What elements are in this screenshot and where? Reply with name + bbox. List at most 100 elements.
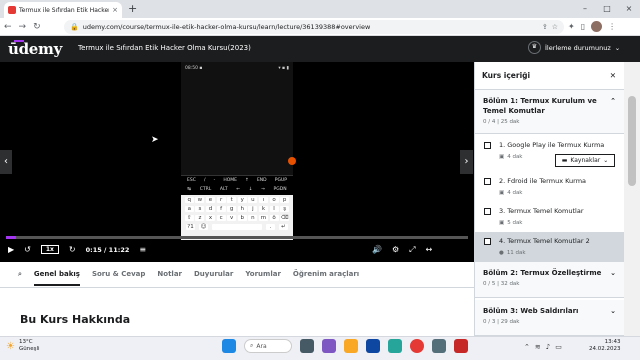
sidebar-icon[interactable]: ▯: [581, 18, 585, 36]
lesson-item[interactable]: 3. Termux Temel Komutlar ▣ 5 dak: [475, 202, 624, 232]
chevron-up-icon[interactable]: ⌃: [524, 339, 530, 355]
weather-widget[interactable]: ☀ 13°C Güneşli: [6, 339, 40, 353]
scrollbar-thumb[interactable]: [628, 96, 636, 186]
tab-2[interactable]: Notlar: [157, 270, 182, 286]
tab-close-icon[interactable]: ×: [112, 6, 118, 14]
tab-5[interactable]: Öğrenim araçları: [293, 270, 359, 286]
phone-status-bar: 08:50 ▪ ▾ ▪ ▮: [185, 66, 289, 71]
file-explorer-icon[interactable]: [344, 339, 358, 353]
omnibox[interactable]: 🔒 udemy.com/course/termux-ile-etik-hacke…: [64, 20, 564, 34]
sidebar-title: Kurs içeriği: [482, 71, 531, 80]
playback-speed-button[interactable]: 1x: [40, 245, 59, 254]
course-title[interactable]: Termux ile Sıfırdan Etik Hacker Olma Kur…: [78, 44, 251, 52]
minimize-button[interactable]: –: [574, 0, 596, 18]
key-emoji: ☺: [199, 223, 208, 230]
task-view-icon[interactable]: [300, 339, 314, 353]
section-2[interactable]: Bölüm 2: Termux Özelleştirme ⌄ 0 / 5 | 32…: [475, 262, 624, 298]
edge-icon[interactable]: [388, 339, 402, 353]
play-circle-icon: ●: [499, 250, 504, 256]
maximize-button[interactable]: □: [596, 0, 618, 18]
keyboard-key: ş: [280, 205, 290, 212]
share-icon[interactable]: ⇪: [542, 23, 548, 31]
keyboard-row: ⇧ z x c v b n m ö ⌫: [181, 213, 293, 222]
menu-icon[interactable]: ⋮: [608, 18, 616, 36]
extra-keys-row-2: ↹ CTRL ALT ← ↓ → PGDN: [181, 185, 293, 194]
video-progress-bar[interactable]: [6, 236, 468, 239]
volume-icon[interactable]: ♪: [546, 339, 550, 355]
progress-dropdown[interactable]: ♛ İlerleme durumunuz ⌄: [528, 41, 620, 54]
progress-label: İlerleme durumunuz: [545, 43, 611, 52]
browser-tab[interactable]: Termux ile Sıfırdan Etik Hacker O ×: [4, 2, 122, 18]
weather-temp: 13°C: [18, 339, 33, 345]
profile-avatar[interactable]: [591, 21, 603, 32]
url-text[interactable]: udemy.com/course/termux-ile-etik-hacker-…: [83, 23, 538, 31]
section-1[interactable]: Bölüm 1: Termux Kurulum ve Temel Komutlar…: [475, 90, 624, 134]
previous-lecture-button[interactable]: ‹: [0, 150, 12, 174]
fullscreen-icon[interactable]: ⤢: [409, 245, 415, 255]
chrome-icon[interactable]: [410, 339, 424, 353]
keyboard-key: u: [248, 196, 258, 203]
tab-0[interactable]: Genel bakış: [33, 270, 80, 286]
extra-key: CTRL: [199, 187, 212, 192]
extra-key: ESC: [187, 178, 196, 183]
extra-keys-row-1: ESC / - HOME ↑ END PGUP: [181, 176, 293, 185]
next-lecture-button[interactable]: ›: [460, 150, 473, 174]
lesson-checkbox[interactable]: [484, 178, 491, 185]
tab-4[interactable]: Yorumlar: [245, 270, 281, 286]
back-icon[interactable]: ←: [4, 18, 12, 36]
rewind-icon[interactable]: ↺: [24, 245, 31, 254]
chat-icon[interactable]: [322, 339, 336, 353]
lesson-checkbox[interactable]: [484, 238, 491, 245]
extra-key: -: [213, 178, 216, 183]
forward-icon[interactable]: →: [19, 18, 27, 36]
lesson-item[interactable]: 2. Fdroid ile Termux Kurma ▣ 4 dak: [475, 172, 624, 202]
section-meta: 0 / 3 | 29 dak: [483, 319, 520, 325]
taskbar-search[interactable]: ⌕ Ara: [244, 339, 292, 353]
keyboard-key: n: [248, 214, 258, 221]
vmware-icon[interactable]: [432, 339, 446, 353]
trophy-icon: ♛: [528, 41, 541, 54]
lesson-checkbox[interactable]: [484, 142, 491, 149]
settings-icon[interactable]: ⚙: [392, 245, 399, 255]
volume-icon[interactable]: 🔊: [372, 245, 382, 255]
section-3[interactable]: Bölüm 3: Web Saldırıları ⌄ 0 / 3 | 29 dak: [475, 300, 624, 336]
chevron-down-icon: ⌄: [610, 307, 616, 315]
mouse-cursor-icon: ➤: [151, 135, 159, 145]
expand-icon[interactable]: ↔: [426, 245, 433, 255]
search-icon[interactable]: ⌕: [18, 270, 22, 286]
folder-icon: ▬: [561, 157, 568, 164]
lock-icon[interactable]: 🔒: [70, 23, 79, 31]
extra-key: ALT: [219, 187, 228, 192]
tab-3[interactable]: Duyurular: [194, 270, 233, 286]
windows-start-icon[interactable]: [222, 339, 236, 353]
taskbar-clock[interactable]: 13:43 24.02.2023: [589, 339, 621, 353]
keyboard-key: m: [258, 214, 268, 221]
time-display: 0:15 / 11:22: [85, 245, 130, 254]
phone-status-left: 08:50 ▪: [185, 66, 203, 71]
section-title-text: Bölüm 2: Termux Özelleştirme: [483, 269, 602, 277]
lesson-duration-text: 4 dak: [507, 154, 523, 160]
wifi-icon[interactable]: ≋: [535, 339, 541, 355]
battery-icon[interactable]: ▭: [555, 339, 562, 355]
reload-icon[interactable]: ↻: [33, 18, 41, 36]
extensions-icon[interactable]: ✦: [568, 18, 575, 36]
bookmark-star-icon[interactable]: ☆: [552, 23, 558, 31]
udemy-favicon-icon: [8, 6, 16, 14]
lesson-item-current[interactable]: 4. Termux Temel Komutlar 2 ● 11 dak: [475, 232, 624, 262]
tab-1[interactable]: Soru & Cevap: [92, 270, 145, 286]
recorder-icon[interactable]: [454, 339, 468, 353]
lesson-checkbox[interactable]: [484, 208, 491, 215]
taskbar-apps: ⌕ Ara: [222, 339, 468, 353]
close-window-button[interactable]: ×: [618, 0, 640, 18]
udemy-logo[interactable]: ūdemy: [8, 40, 62, 58]
resources-dropdown[interactable]: ▬ Kaynaklar ⌄: [555, 154, 615, 167]
forward-icon[interactable]: ↻: [69, 245, 76, 254]
close-icon[interactable]: ✕: [610, 71, 616, 80]
new-tab-button[interactable]: +: [128, 2, 137, 15]
add-note-icon[interactable]: ≡: [139, 245, 146, 254]
keyboard-key: z: [195, 214, 205, 221]
keyboard-key: g: [227, 205, 237, 212]
store-icon[interactable]: [366, 339, 380, 353]
termux-extra-keys: ESC / - HOME ↑ END PGUP ↹ CTRL ALT ← ↓ → PGDN: [181, 175, 293, 195]
play-icon[interactable]: ▶: [8, 245, 14, 254]
